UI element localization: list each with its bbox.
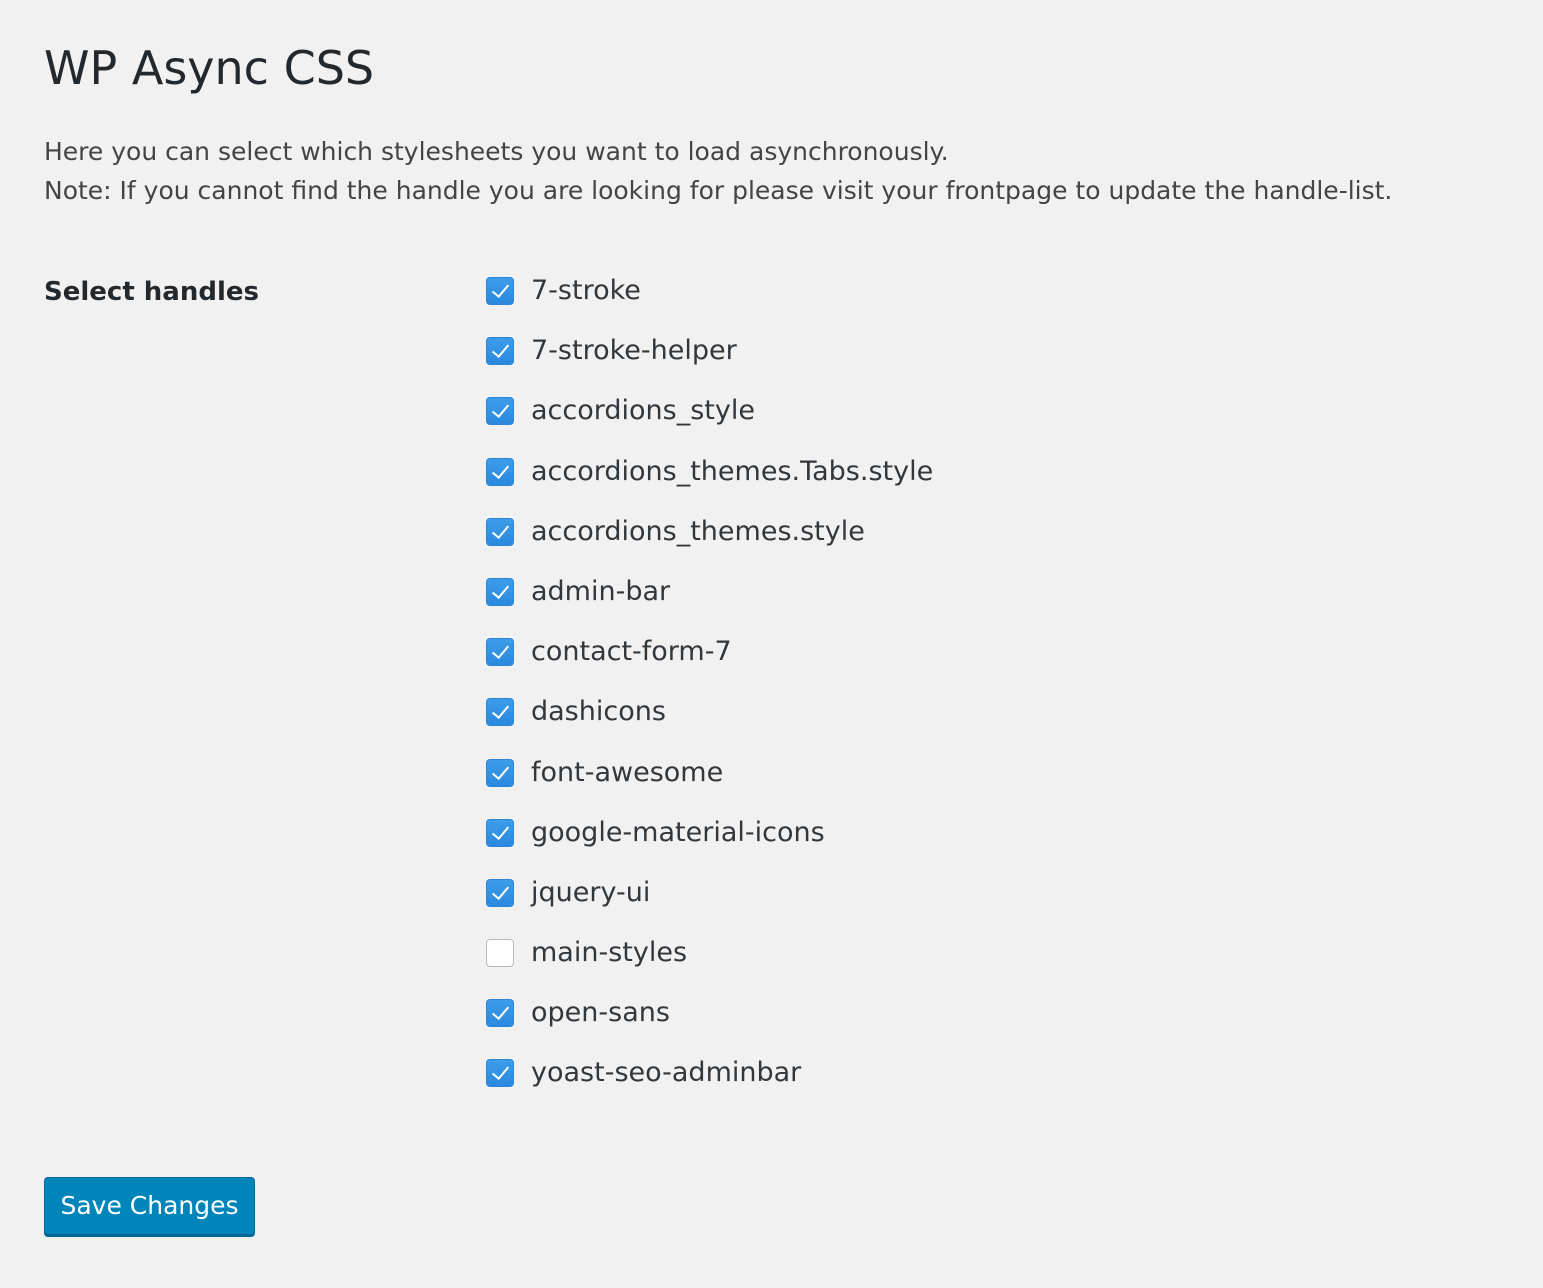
handle-label: admin-bar bbox=[531, 575, 671, 607]
checkbox-checked[interactable] bbox=[486, 517, 514, 546]
checkbox-checked[interactable] bbox=[486, 758, 514, 787]
handle-checkbox-list: 7-stroke 7-stroke-helper accordions_stylea… bbox=[486, 271, 933, 1114]
handle-label: font-awesome bbox=[531, 756, 724, 788]
checkbox-checked[interactable] bbox=[486, 1059, 514, 1088]
checkbox-checked[interactable] bbox=[486, 999, 514, 1028]
handle-item[interactable]: accordions_themes.Tabs.style bbox=[486, 452, 933, 512]
page-title: WP Async CSS bbox=[44, 41, 375, 95]
handle-item[interactable]: font-awesome bbox=[486, 753, 933, 813]
handle-item[interactable]: open-sans bbox=[486, 993, 933, 1053]
description-line-1: Here you can select which stylesheets yo… bbox=[44, 137, 949, 166]
checkbox-checked[interactable] bbox=[486, 638, 514, 667]
handle-item[interactable]: main-styles bbox=[486, 933, 933, 993]
description-line-2: Note: If you cannot find the handle you … bbox=[44, 176, 1393, 205]
handle-item[interactable]: dashicons bbox=[486, 692, 933, 752]
handle-label: yoast-seo-adminbar bbox=[531, 1057, 802, 1089]
handle-label: 7-stroke bbox=[531, 275, 641, 306]
checkbox-unchecked[interactable] bbox=[486, 939, 514, 968]
handle-label: accordions_style bbox=[531, 395, 755, 427]
handle-label: contact-form-7 bbox=[531, 636, 732, 668]
handle-label: main-styles bbox=[531, 937, 688, 969]
save-changes-button[interactable]: Save Changes bbox=[44, 1177, 255, 1235]
handle-item[interactable]: jquery-ui bbox=[486, 873, 933, 933]
handle-item[interactable]: 7-stroke bbox=[486, 271, 933, 331]
handle-item[interactable]: accordions_style bbox=[486, 391, 933, 451]
handle-item[interactable]: yoast-seo-adminbar bbox=[486, 1053, 933, 1113]
handle-label: accordions_themes.Tabs.style bbox=[531, 455, 934, 487]
handle-label: open-sans bbox=[531, 997, 670, 1029]
page-description: Here you can select which stylesheets yo… bbox=[44, 132, 1392, 210]
handle-label: accordions_themes.style bbox=[531, 515, 865, 547]
handle-label: 7-stroke-helper bbox=[531, 335, 737, 367]
handle-item[interactable]: google-material-icons bbox=[486, 813, 933, 873]
checkbox-checked[interactable] bbox=[486, 337, 514, 366]
checkbox-checked[interactable] bbox=[486, 397, 514, 426]
handle-label: google-material-icons bbox=[531, 816, 825, 848]
checkbox-checked[interactable] bbox=[486, 818, 514, 847]
handle-label: dashicons bbox=[531, 696, 666, 728]
checkbox-checked[interactable] bbox=[486, 577, 514, 606]
handle-item[interactable]: 7-stroke-helper bbox=[486, 331, 933, 391]
handle-label: jquery-ui bbox=[531, 876, 651, 908]
checkbox-checked[interactable] bbox=[486, 457, 514, 486]
checkbox-checked[interactable] bbox=[486, 277, 514, 305]
handle-item[interactable]: accordions_themes.style bbox=[486, 512, 933, 572]
handle-item[interactable]: admin-bar bbox=[486, 572, 933, 632]
handle-item[interactable]: contact-form-7 bbox=[486, 632, 933, 692]
checkbox-checked[interactable] bbox=[486, 878, 514, 907]
checkbox-checked[interactable] bbox=[486, 698, 514, 727]
select-handles-label: Select handles bbox=[44, 277, 259, 307]
